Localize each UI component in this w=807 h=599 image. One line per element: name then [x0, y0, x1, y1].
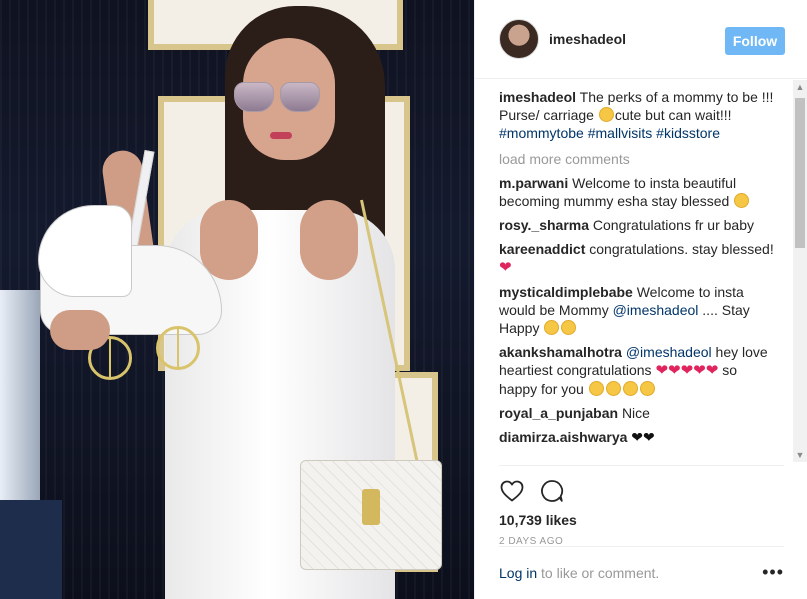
- hashtag-kidsstore[interactable]: #kidsstore: [656, 125, 720, 141]
- list-item: m.parwani Welcome to insta beautiful bec…: [499, 174, 779, 210]
- left-dark-panel: [0, 500, 62, 599]
- lips: [270, 132, 292, 139]
- heart-emoji-icon: ❤: [655, 362, 669, 379]
- hug-emoji-icon: [605, 381, 621, 396]
- comments-list: imeshadeol The perks of a mommy to be !!…: [499, 88, 779, 458]
- follow-button[interactable]: Follow: [725, 27, 785, 55]
- comment-text: Congratulations fr ur baby: [592, 217, 754, 233]
- heart-eyes-emoji-icon: [561, 320, 577, 335]
- stroller-wheel-back: [156, 326, 200, 370]
- post-footer: Log in to like or comment. •••: [499, 546, 784, 599]
- left-shoulder: [200, 200, 258, 280]
- post-side-panel: imeshadeol Follow imeshadeol The perks o…: [474, 0, 807, 599]
- smile-emoji-icon: [734, 193, 750, 208]
- grin-emoji-icon: [598, 107, 614, 122]
- right-lens: [280, 82, 320, 112]
- list-item: diamirza.aishwarya ❤❤: [499, 428, 779, 446]
- heart-outline-icon[interactable]: [499, 478, 525, 504]
- caption-text-2: cute but can wait!!!: [614, 107, 732, 123]
- more-dots-icon[interactable]: •••: [762, 563, 784, 581]
- right-shoulder: [300, 200, 358, 280]
- comment-username[interactable]: akankshamalhotra: [499, 344, 622, 360]
- heart-emoji-icon: ❤: [499, 259, 512, 276]
- hug-emoji-icon: [588, 381, 604, 396]
- comment-username[interactable]: royal_a_punjaban: [499, 405, 618, 421]
- holding-hand: [50, 310, 110, 350]
- heart-emoji-icon: ❤: [705, 362, 719, 379]
- action-icons-row: [499, 474, 784, 508]
- scroll-thumb[interactable]: [795, 98, 805, 248]
- comment-username[interactable]: rosy._sharma: [499, 217, 589, 233]
- list-item: mysticaldimplebabe Welcome to insta woul…: [499, 283, 779, 337]
- comment-mention[interactable]: @imeshadeol: [613, 302, 699, 318]
- comment-text: congratulations. stay blessed!: [589, 241, 774, 257]
- comment-username[interactable]: m.parwani: [499, 175, 568, 191]
- post-caption: imeshadeol The perks of a mommy to be !!…: [499, 88, 779, 142]
- white-quilted-bag: [300, 460, 442, 570]
- left-lens: [234, 82, 274, 112]
- hashtag-mallvisits[interactable]: #mallvisits: [588, 125, 653, 141]
- kiss-emoji-icon: [544, 320, 560, 335]
- hashtag-mommytobe[interactable]: #mommytobe: [499, 125, 584, 141]
- list-item: kareenaddict congratulations. stay bless…: [499, 240, 779, 277]
- scroll-up-arrow-icon[interactable]: ▲: [793, 80, 807, 94]
- hug-emoji-icon: [639, 381, 655, 396]
- comment-text: Nice: [621, 405, 650, 421]
- bag-gold-logo: [362, 489, 380, 525]
- scroll-down-arrow-icon[interactable]: ▼: [793, 448, 807, 462]
- post-photo[interactable]: [0, 0, 474, 599]
- comment-mention[interactable]: @imeshadeol: [626, 344, 712, 360]
- black-heart-emoji-icon: ❤❤: [631, 429, 655, 445]
- comment-username[interactable]: kareenaddict: [499, 241, 585, 257]
- list-item: royal_a_punjaban Nice: [499, 404, 779, 422]
- heart-emoji-icon: ❤: [668, 362, 681, 379]
- login-link[interactable]: Log in: [499, 565, 537, 581]
- post-header: imeshadeol Follow: [475, 0, 807, 79]
- heart-emoji-icon: ❤: [680, 362, 694, 379]
- load-more-comments-link[interactable]: load more comments: [499, 150, 779, 168]
- list-item: rosy._sharma Congratulations fr ur baby: [499, 216, 779, 234]
- heart-emoji-icon: ❤: [693, 362, 706, 379]
- caption-username[interactable]: imeshadeol: [499, 89, 576, 105]
- list-item: akankshamalhotra @imeshadeol hey love he…: [499, 343, 779, 398]
- header-username[interactable]: imeshadeol: [549, 31, 626, 47]
- sunglasses: [234, 82, 320, 112]
- instagram-post: imeshadeol Follow imeshadeol The perks o…: [0, 0, 807, 599]
- comment-username[interactable]: diamirza.aishwarya: [499, 429, 627, 445]
- avatar[interactable]: [499, 19, 539, 59]
- likes-count[interactable]: 10,739 likes: [499, 512, 784, 528]
- login-suffix: to like or comment.: [541, 565, 660, 581]
- comment-bubble-icon[interactable]: [539, 478, 565, 504]
- comment-username[interactable]: mysticaldimplebabe: [499, 284, 633, 300]
- hug-emoji-icon: [622, 381, 638, 396]
- post-actions: 10,739 likes 2 DAYS AGO: [499, 465, 784, 547]
- comments-scrollbar[interactable]: ▲ ▼: [793, 80, 807, 462]
